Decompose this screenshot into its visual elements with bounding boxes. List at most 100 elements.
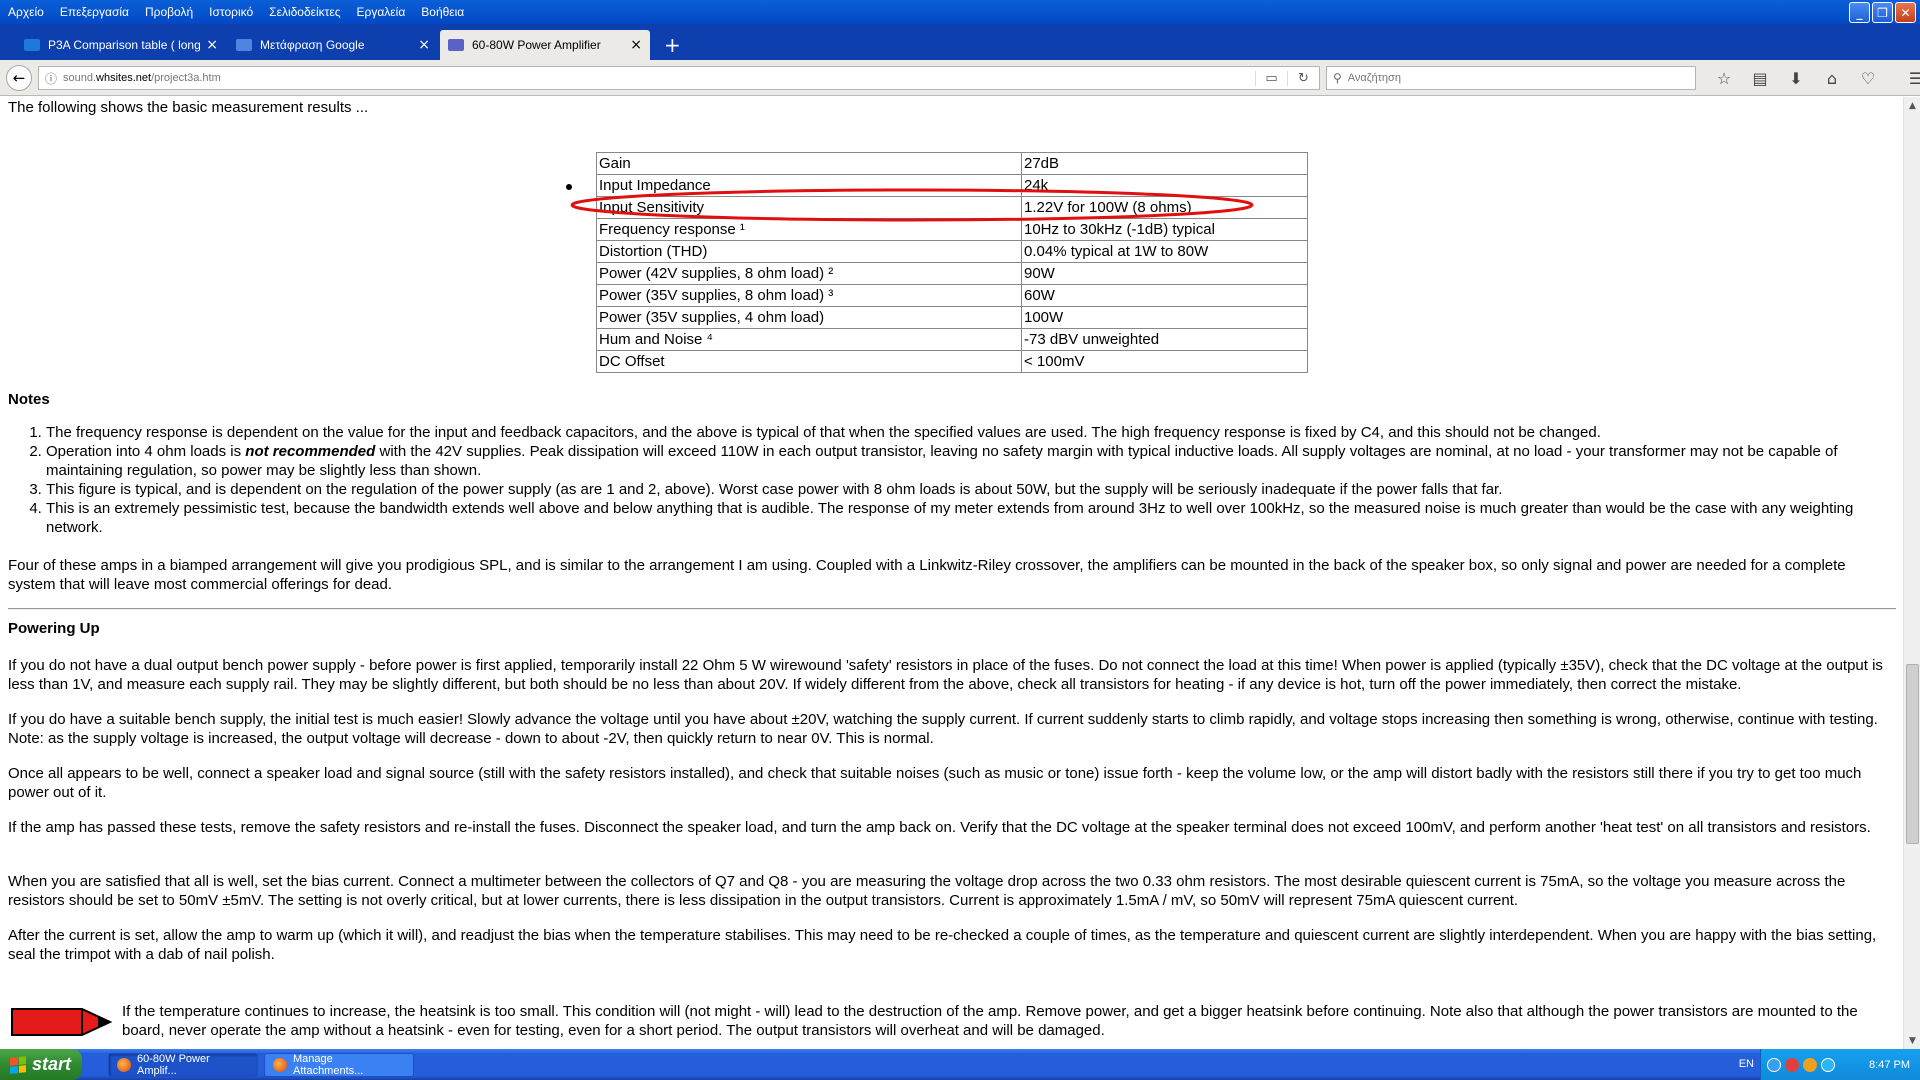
powering-paragraph: Once all appears to be well, connect a s… <box>8 765 1862 801</box>
page-content: The following shows the basic measuremen… <box>0 97 1903 1049</box>
firefox-icon <box>273 1058 287 1072</box>
horizontal-rule <box>8 608 1896 610</box>
powering-paragraph: If the amp has passed these tests, remov… <box>8 819 1871 836</box>
table-row: Distortion (THD) 0.04% typical at 1W to 8… <box>596 240 1308 263</box>
close-window-button[interactable]: ✕ <box>1895 2 1916 23</box>
note-item: This is an extremely pessimistic test, b… <box>46 499 1886 537</box>
menu-bookmarks[interactable]: Σελιδοδείκτες <box>261 1 348 23</box>
notes-heading: Notes <box>8 391 50 408</box>
menu-file[interactable]: Αρχείο <box>0 1 52 23</box>
clock: 8:47 PM <box>1869 1058 1910 1071</box>
table-row: Hum and Noise ⁴ -73 dBV unweighted <box>596 328 1308 351</box>
tab-google-translate[interactable]: Μετάφραση Google × <box>228 30 438 60</box>
parameter-cell: Power (35V supplies, 8 ohm load) ³ <box>596 284 1022 307</box>
info-icon[interactable]: ⓘ <box>39 70 63 87</box>
tab-power-amplifier[interactable]: 60-80W Power Amplifier × <box>440 30 650 60</box>
search-bar[interactable]: ⚲ <box>1326 66 1696 90</box>
annotation-ellipse <box>570 188 1254 222</box>
tab-favicon-icon <box>448 39 464 51</box>
reader-view-icon[interactable]: ▭ <box>1255 70 1287 86</box>
value-cell: 60W <box>1021 284 1308 307</box>
note-item: The frequency response is dependent on t… <box>46 423 1886 442</box>
value-cell: < 100mV <box>1021 350 1308 373</box>
vertical-scrollbar[interactable]: ▲ ▼ <box>1903 97 1920 1049</box>
network-icon[interactable] <box>1767 1057 1781 1072</box>
menu-history[interactable]: Ιστορικό <box>201 1 261 23</box>
update-icon[interactable] <box>1821 1057 1835 1072</box>
parameter-cell: Gain <box>596 152 1022 175</box>
warning-text: If the temperature continues to increase… <box>122 1003 1858 1039</box>
value-cell: 100W <box>1021 306 1308 329</box>
download-icon[interactable]: ⬇ <box>1778 66 1814 90</box>
powering-paragraph: If you do not have a dual output bench p… <box>8 657 1883 693</box>
warning-pencil-icon <box>11 1008 113 1036</box>
tab-close-icon[interactable]: × <box>418 37 430 53</box>
minimize-button[interactable]: _ <box>1849 2 1870 23</box>
taskbar: start 60-80W Power Amplif... Manage Atta… <box>0 1049 1920 1080</box>
taskbar-item-manage-attachments[interactable]: Manage Attachments... <box>264 1053 414 1077</box>
back-button[interactable]: ← <box>6 65 32 91</box>
reload-icon[interactable]: ↻ <box>1287 70 1319 86</box>
pocket-icon[interactable]: ♡ <box>1850 66 1886 90</box>
value-cell: 27dB <box>1021 152 1308 175</box>
tab-favicon-icon <box>236 39 252 51</box>
parameter-cell: DC Offset <box>596 350 1022 373</box>
powering-up-heading: Powering Up <box>8 620 100 637</box>
firefox-icon <box>117 1058 131 1072</box>
biamp-paragraph: Four of these amps in a biamped arrangem… <box>8 557 1846 593</box>
table-row: Power (35V supplies, 4 ohm load) 100W <box>596 306 1308 329</box>
home-icon[interactable]: ⌂ <box>1814 66 1850 90</box>
taskbar-item-power-amplifier[interactable]: 60-80W Power Amplif... <box>108 1053 258 1077</box>
parameter-cell: Power (35V supplies, 4 ohm load) <box>596 306 1022 329</box>
tab-strip: P3A Comparison table ( long ... × Μετάφρ… <box>0 24 1920 60</box>
table-row: DC Offset < 100mV <box>596 350 1308 373</box>
menu-view[interactable]: Προβολή <box>137 1 201 23</box>
table-row: Power (35V supplies, 8 ohm load) ³ 60W <box>596 284 1308 307</box>
intro-text: The following shows the basic measuremen… <box>8 99 369 116</box>
antivirus-icon[interactable] <box>1785 1057 1799 1072</box>
language-indicator[interactable]: EN <box>1739 1058 1754 1070</box>
url-text[interactable]: sound.whsites.net/project3a.htm <box>63 72 1255 84</box>
bookmark-star-icon[interactable]: ☆ <box>1706 66 1742 90</box>
note-item: Operation into 4 ohm loads is not recomm… <box>46 442 1886 480</box>
hamburger-menu-icon[interactable]: ☰ <box>1898 66 1920 90</box>
tab-label: P3A Comparison table ( long ... <box>48 38 203 52</box>
url-bar[interactable]: ⓘ sound.whsites.net/project3a.htm ▭ ↻ <box>38 66 1320 90</box>
tab-label: Μετάφραση Google <box>260 38 365 52</box>
tab-favicon-icon <box>24 39 40 51</box>
table-row: Power (42V supplies, 8 ohm load) ² 90W <box>596 262 1308 285</box>
scroll-up-icon[interactable]: ▲ <box>1904 97 1920 114</box>
window-controls: _ ❐ ✕ <box>1849 2 1916 23</box>
start-button[interactable]: start <box>0 1049 82 1080</box>
bookmarks-list-icon[interactable]: ▤ <box>1742 66 1778 90</box>
scrollbar-thumb[interactable] <box>1906 664 1919 844</box>
windows-logo-icon <box>10 1055 26 1074</box>
powering-paragraph: If you do have a suitable bench supply, … <box>8 711 1878 747</box>
volume-icon[interactable] <box>1803 1057 1817 1072</box>
scroll-down-icon[interactable]: ▼ <box>1904 1032 1920 1049</box>
parameter-cell: Distortion (THD) <box>596 240 1022 263</box>
powering-paragraph: When you are satisfied that all is well,… <box>8 873 1846 909</box>
tab-close-icon[interactable]: × <box>630 37 642 53</box>
menu-bar: Αρχείο Επεξεργασία Προβολή Ιστορικό Σελι… <box>0 0 1920 24</box>
system-tray: 8:47 PM <box>1760 1049 1920 1080</box>
tab-label: 60-80W Power Amplifier <box>472 38 601 52</box>
menu-edit[interactable]: Επεξεργασία <box>52 1 137 23</box>
notes-list: The frequency response is dependent on t… <box>46 423 1886 537</box>
value-cell: -73 dBV unweighted <box>1021 328 1308 351</box>
menu-tools[interactable]: Εργαλεία <box>349 1 414 23</box>
parameter-cell: Power (42V supplies, 8 ohm load) ² <box>596 262 1022 285</box>
value-cell: 0.04% typical at 1W to 80W <box>1021 240 1308 263</box>
powering-paragraph: After the current is set, allow the amp … <box>8 927 1877 963</box>
toolbar-icons: ☆ ▤ ⬇ ⌂ ♡ ☰ <box>1706 66 1920 90</box>
search-input[interactable] <box>1347 72 1695 84</box>
tab-close-icon[interactable]: × <box>206 37 218 53</box>
value-cell: 90W <box>1021 262 1308 285</box>
tab-p3a-comparison[interactable]: P3A Comparison table ( long ... × <box>16 30 226 60</box>
menu-help[interactable]: Βοήθεια <box>413 1 472 23</box>
restore-button[interactable]: ❐ <box>1872 2 1893 23</box>
note-item: This figure is typical, and is dependent… <box>46 480 1886 499</box>
new-tab-button[interactable]: + <box>652 30 693 60</box>
navigation-toolbar: ← ⓘ sound.whsites.net/project3a.htm ▭ ↻ … <box>0 60 1920 96</box>
table-row: Gain 27dB <box>596 152 1308 175</box>
